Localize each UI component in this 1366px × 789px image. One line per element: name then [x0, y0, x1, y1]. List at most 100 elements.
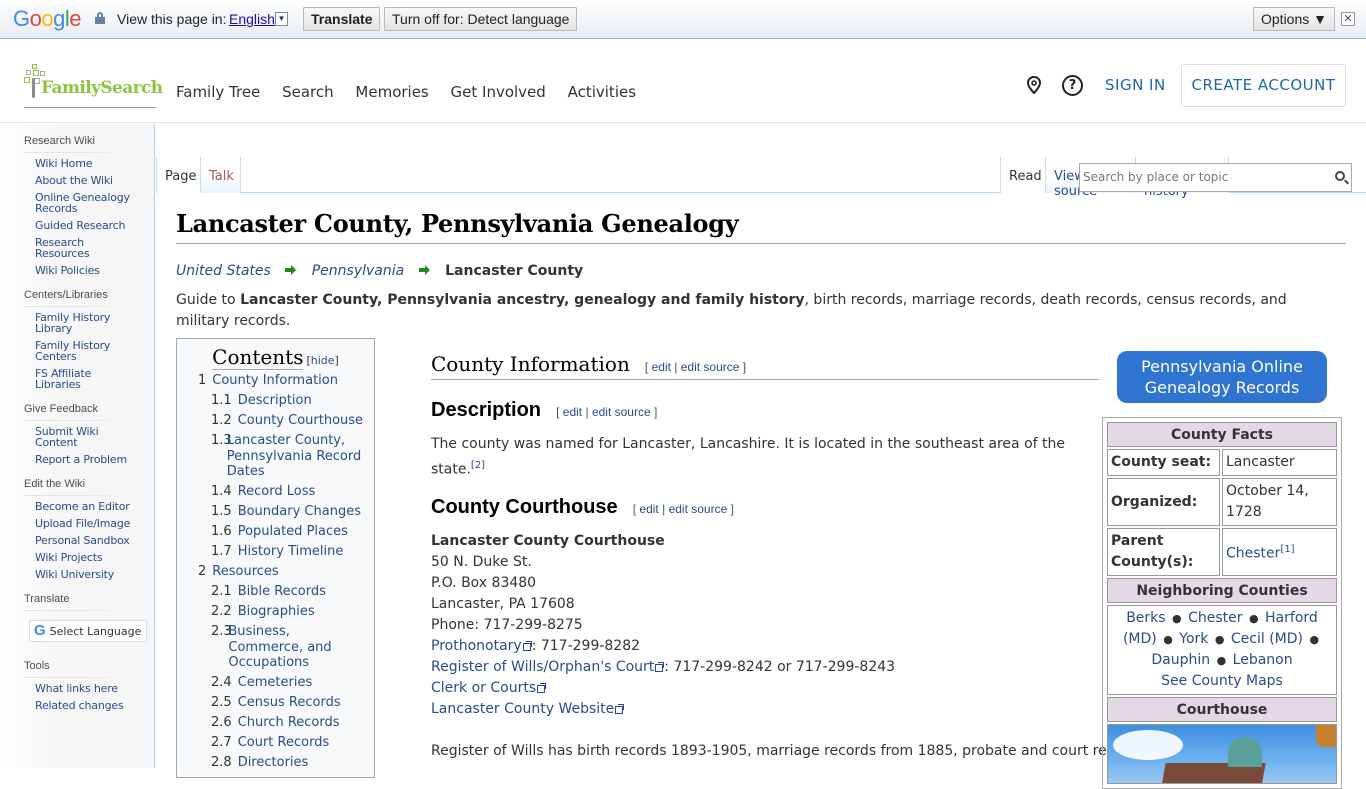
reference-link[interactable]: [2]: [471, 460, 485, 471]
toc-item-label[interactable]: County Courthouse: [238, 413, 363, 429]
sidebar-item-submit-content[interactable]: Submit Wiki Content: [35, 426, 140, 448]
county-website-link[interactable]: Lancaster County Website: [431, 701, 625, 717]
edit-source-link[interactable]: edit source: [669, 502, 728, 516]
neighbor-county-link[interactable]: Chester: [1188, 610, 1242, 626]
nav-family-tree[interactable]: Family Tree: [176, 83, 260, 101]
toc-item-label[interactable]: Description: [238, 393, 312, 409]
toc-item-label[interactable]: Record Loss: [238, 484, 316, 500]
toc-item[interactable]: 1 County Information: [183, 373, 368, 389]
sidebar-item-wiki-university[interactable]: Wiki University: [35, 569, 140, 580]
edit-link[interactable]: edit: [639, 502, 658, 516]
register-of-wills-link[interactable]: Register of Wills/Orphan's Court: [431, 659, 665, 675]
select-language-dropdown[interactable]: G Select Language: [29, 620, 147, 642]
familysearch-logo[interactable]: FamilySearch: [24, 64, 163, 108]
close-icon[interactable]: ✕: [1341, 12, 1355, 26]
sidebar-item-personal-sandbox[interactable]: Personal Sandbox: [35, 535, 140, 546]
neighbor-county-link[interactable]: York: [1179, 631, 1208, 647]
translate-button[interactable]: Translate: [303, 7, 381, 31]
toc-item[interactable]: 1.6 Populated Places: [183, 524, 368, 540]
neighbor-county-link[interactable]: Cecil (MD): [1231, 631, 1303, 647]
sidebar-item-fh-centers[interactable]: Family History Centers: [35, 340, 140, 362]
search-icon[interactable]: [1335, 171, 1345, 181]
nav-search[interactable]: Search: [282, 83, 334, 101]
toc-item-label[interactable]: Boundary Changes: [238, 504, 361, 520]
toc-item[interactable]: 2.1 Bible Records: [183, 584, 368, 600]
toc-item[interactable]: 1.5 Boundary Changes: [183, 504, 368, 520]
toc-item-label[interactable]: Bible Records: [238, 584, 326, 600]
sidebar-item-upload-file[interactable]: Upload File/Image: [35, 518, 140, 529]
toc-item[interactable]: 1.3 Lancaster County, Pennsylvania Record…: [183, 433, 368, 480]
external-link-icon: [654, 661, 665, 672]
toc-item[interactable]: 1.1 Description: [183, 393, 368, 409]
sidebar-item-what-links-here[interactable]: What links here: [35, 683, 140, 694]
toc-item-label[interactable]: Court Records: [238, 735, 330, 751]
pennsylvania-online-records-button[interactable]: Pennsylvania Online Genealogy Records: [1117, 351, 1327, 403]
toc-item[interactable]: 2.2 Biographies: [183, 604, 368, 620]
toc-item[interactable]: 1.2 County Courthouse: [183, 413, 368, 429]
toc-item[interactable]: 2.3 Business, Commerce, and Occupations: [183, 624, 368, 671]
neighbor-county-link[interactable]: Lebanon: [1233, 652, 1293, 668]
see-county-maps-link[interactable]: See County Maps: [1161, 673, 1283, 689]
toc-item-label[interactable]: Biographies: [238, 604, 315, 620]
toc-item-label[interactable]: Directories: [238, 755, 309, 771]
language-dropdown-icon[interactable]: ▼: [275, 12, 288, 26]
tab-talk[interactable]: Talk: [201, 157, 241, 193]
toc-item-label[interactable]: Lancaster County, Pennsylvania Record Da…: [227, 433, 368, 480]
toc-item-label[interactable]: Populated Places: [238, 524, 348, 540]
tab-read[interactable]: Read: [1000, 157, 1046, 193]
clerk-of-courts-link[interactable]: Clerk or Courts: [431, 680, 547, 696]
toc-item[interactable]: 2 Resources: [183, 564, 368, 580]
turn-off-button[interactable]: Turn off for: Detect language: [384, 7, 578, 31]
breadcrumb-pennsylvania[interactable]: Pennsylvania: [312, 263, 404, 279]
toc-item-label[interactable]: History Timeline: [238, 544, 344, 560]
options-button[interactable]: Options ▼: [1253, 7, 1335, 31]
nav-activities[interactable]: Activities: [568, 83, 636, 101]
sidebar-item-about-wiki[interactable]: About the Wiki: [35, 175, 140, 186]
help-icon[interactable]: ?: [1062, 75, 1083, 96]
prothonotary-link[interactable]: Prothonotary: [431, 638, 532, 654]
sidebar-item-research-resources[interactable]: Research Resources: [35, 237, 140, 259]
toc-item[interactable]: 2.6 Church Records: [183, 715, 368, 731]
nav-memories[interactable]: Memories: [355, 83, 428, 101]
parent-county-link[interactable]: Chester: [1226, 546, 1280, 562]
location-pin-icon[interactable]: [1026, 76, 1042, 94]
edit-source-link[interactable]: edit source: [592, 405, 651, 419]
sidebar-item-fh-library[interactable]: Family History Library: [35, 312, 140, 334]
sidebar-item-related-changes[interactable]: Related changes: [35, 700, 140, 711]
neighbor-county-link[interactable]: Berks: [1126, 610, 1165, 626]
create-account-button[interactable]: CREATE ACCOUNT: [1181, 64, 1346, 107]
language-link[interactable]: English: [229, 11, 275, 27]
tab-page[interactable]: Page: [156, 157, 201, 193]
toc-item-label[interactable]: County Information: [212, 373, 338, 389]
toc-item-label[interactable]: Cemeteries: [238, 675, 313, 691]
sidebar-item-wiki-home[interactable]: Wiki Home: [35, 158, 140, 169]
edit-link[interactable]: edit: [563, 405, 582, 419]
nav-get-involved[interactable]: Get Involved: [451, 83, 546, 101]
toc-item[interactable]: 2.8 Directories: [183, 755, 368, 771]
sidebar-item-become-editor[interactable]: Become an Editor: [35, 501, 140, 512]
edit-link[interactable]: edit: [652, 360, 671, 374]
toc-item-label[interactable]: Business, Commerce, and Occupations: [228, 624, 368, 671]
toc-item[interactable]: 2.4 Cemeteries: [183, 675, 368, 691]
breadcrumb-united-states[interactable]: United States: [176, 263, 271, 279]
toc-item[interactable]: 1.7 History Timeline: [183, 544, 368, 560]
toc-item[interactable]: 1.4 Record Loss: [183, 484, 368, 500]
sidebar-item-affiliate-libraries[interactable]: FS Affiliate Libraries: [35, 368, 140, 390]
neighbor-county-link[interactable]: Dauphin: [1151, 652, 1210, 668]
sidebar-item-wiki-policies[interactable]: Wiki Policies: [35, 265, 140, 276]
toc-item-label[interactable]: Church Records: [238, 715, 340, 731]
toc-item[interactable]: 2.5 Census Records: [183, 695, 368, 711]
sidebar-item-report-problem[interactable]: Report a Problem: [35, 454, 140, 465]
sidebar-item-online-records[interactable]: Online Genealogy Records: [35, 192, 140, 214]
wiki-search-input[interactable]: Search by place or topic: [1079, 163, 1352, 192]
sign-in-link[interactable]: SIGN IN: [1105, 76, 1166, 94]
edit-source-link[interactable]: edit source: [681, 360, 740, 374]
toc-item-label[interactable]: Census Records: [238, 695, 341, 711]
sidebar-item-wiki-projects[interactable]: Wiki Projects: [35, 552, 140, 563]
courthouse-photo[interactable]: [1107, 724, 1337, 784]
toc-item-label[interactable]: Resources: [212, 564, 278, 580]
toc-item[interactable]: 2.7 Court Records: [183, 735, 368, 751]
reference-link[interactable]: [1]: [1280, 544, 1294, 555]
toc-hide-toggle[interactable]: [hide]: [306, 354, 338, 367]
sidebar-item-guided-research[interactable]: Guided Research: [35, 220, 140, 231]
